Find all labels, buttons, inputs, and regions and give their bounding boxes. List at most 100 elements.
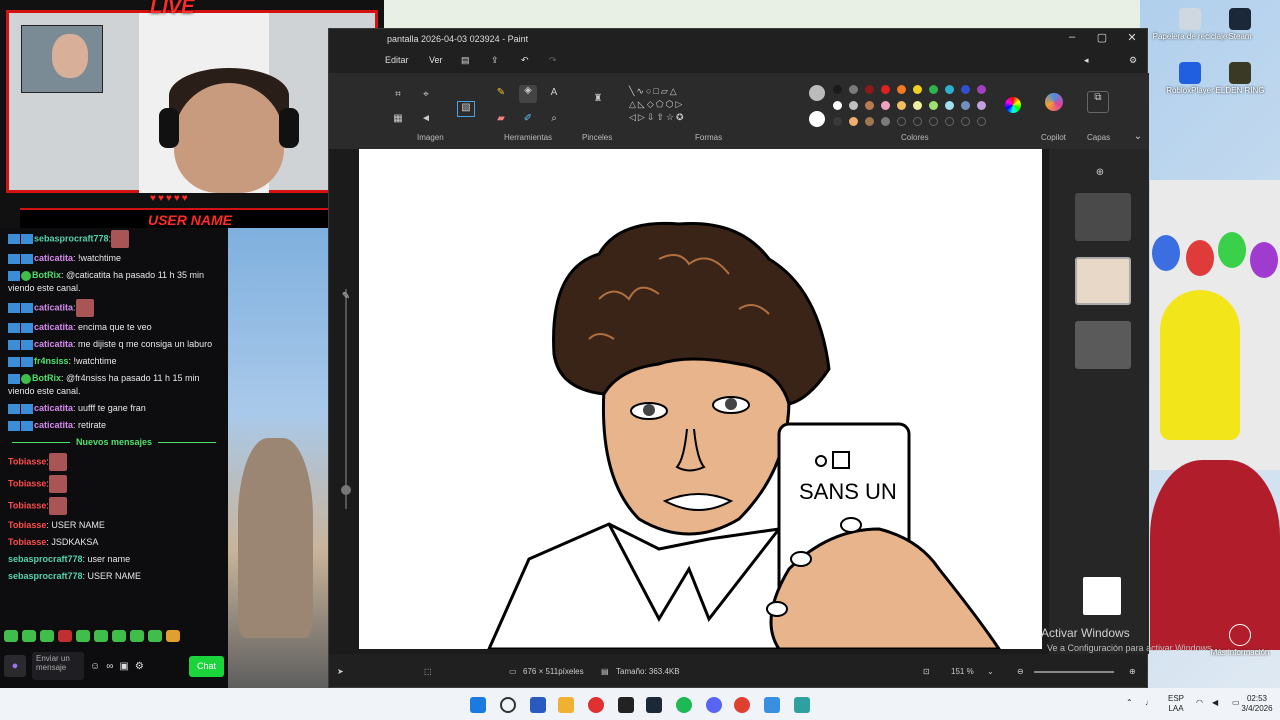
empty-color-swatch[interactable]	[913, 117, 922, 126]
chat-username[interactable]: Tobiasse	[8, 500, 46, 510]
empty-color-swatch[interactable]	[897, 117, 906, 126]
emote-icon[interactable]	[148, 630, 162, 642]
emote-icon[interactable]	[58, 630, 72, 642]
share-icon[interactable]: ⇪	[491, 55, 499, 66]
layers-icon[interactable]: ⧉	[1087, 91, 1109, 113]
add-layer-icon[interactable]: ⊕	[1093, 167, 1107, 179]
color-swatch[interactable]	[881, 117, 890, 126]
color-swatch[interactable]	[881, 85, 890, 94]
edit-colors-icon[interactable]	[1005, 97, 1021, 113]
layer-background-swatch[interactable]	[1083, 577, 1121, 615]
minimize-icon[interactable]: –	[1057, 31, 1087, 43]
chat-username[interactable]: caticatita	[34, 302, 73, 312]
color-swatch[interactable]	[865, 101, 874, 110]
color-swatch[interactable]	[865, 85, 874, 94]
gift-icon[interactable]: ▣	[119, 660, 128, 673]
zoom-out-icon[interactable]: ⊖	[1017, 667, 1024, 676]
taskview-icon[interactable]	[530, 697, 546, 713]
chat-username[interactable]: Tobiasse	[8, 520, 46, 530]
epic-games-icon[interactable]	[618, 697, 634, 713]
fit-icon[interactable]: ⊡	[923, 667, 930, 676]
chevron-up-icon[interactable]: ⌃	[1126, 698, 1133, 708]
text-icon[interactable]: A	[547, 87, 561, 99]
fill-icon[interactable]: ◈	[519, 85, 537, 103]
steam-taskbar-icon[interactable]	[646, 697, 662, 713]
color-swatch[interactable]	[881, 101, 890, 110]
emote-icon[interactable]	[40, 630, 54, 642]
layer-thumb-empty[interactable]	[1075, 193, 1131, 241]
color-swatch[interactable]	[913, 85, 922, 94]
chat-username[interactable]: caticatita	[34, 322, 73, 332]
empty-color-swatch[interactable]	[961, 117, 970, 126]
color-swatch[interactable]	[945, 101, 954, 110]
select-icon[interactable]: ⌖	[419, 89, 433, 101]
save-icon[interactable]: ▤	[461, 55, 470, 66]
chat-username[interactable]: caticatita	[34, 253, 73, 263]
chat-username[interactable]: BotRix	[32, 373, 61, 383]
brush-size-slider[interactable]	[341, 289, 351, 509]
start-icon[interactable]	[470, 697, 486, 713]
zoom-dropdown-icon[interactable]: ⌄	[987, 667, 994, 676]
chat-username[interactable]: sebasprocraft778	[8, 554, 83, 564]
app-icon[interactable]	[588, 697, 604, 713]
chat-username[interactable]: caticatita	[34, 403, 73, 413]
color-swatch[interactable]	[833, 117, 842, 126]
undo-icon[interactable]: ↶	[521, 55, 529, 66]
emote-icon[interactable]	[130, 630, 144, 642]
crop-icon[interactable]: ⌗	[391, 89, 405, 101]
broadcast-icon[interactable]: ◂	[1084, 55, 1089, 66]
chat-input[interactable]: Enviar un mensaje	[32, 652, 84, 680]
chat-username[interactable]: Tobiasse	[8, 478, 46, 488]
menu-edit[interactable]: Editar	[385, 55, 409, 65]
color-swatch[interactable]	[961, 85, 970, 94]
settings-gear-icon[interactable]: ⚙	[1129, 55, 1137, 66]
chat-username[interactable]: BotRix	[32, 270, 61, 280]
zoom-slider[interactable]	[1034, 671, 1114, 673]
empty-color-swatch[interactable]	[929, 117, 938, 126]
close-icon[interactable]: ✕	[1117, 31, 1147, 44]
secondary-color-swatch[interactable]	[809, 111, 825, 127]
chat-username[interactable]: caticatita	[34, 339, 73, 349]
color-picker-icon[interactable]: ✐	[521, 113, 535, 125]
zoom-in-icon[interactable]: ⊕	[1129, 667, 1136, 676]
zoom-level[interactable]: 151 %	[951, 667, 974, 676]
chat-username[interactable]: sebasprocraft778	[34, 233, 109, 243]
pencil-icon[interactable]: ✎	[494, 87, 508, 99]
color-swatch[interactable]	[977, 85, 986, 94]
chat-username[interactable]: caticatita	[34, 420, 73, 430]
maximize-icon[interactable]: ▢	[1087, 31, 1117, 44]
emote-icon[interactable]	[76, 630, 90, 642]
discord-icon[interactable]	[706, 697, 722, 713]
empty-color-swatch[interactable]	[977, 117, 986, 126]
mic-icon[interactable]: ●	[4, 655, 26, 677]
chevron-down-icon[interactable]: ⌄	[1131, 131, 1145, 143]
redo-icon[interactable]: ↷	[549, 55, 557, 66]
search-icon[interactable]	[500, 697, 516, 713]
chrome-icon[interactable]	[734, 697, 750, 713]
wifi-icon[interactable]: ◠	[1196, 698, 1203, 708]
image-select-icon[interactable]: ▧	[457, 101, 475, 117]
brush-icon[interactable]: ♜	[589, 93, 607, 109]
color-swatch[interactable]	[833, 85, 842, 94]
emote-icon[interactable]	[94, 630, 108, 642]
mic-tray-icon[interactable]: ♩	[1145, 698, 1153, 708]
eraser-icon[interactable]: ▰	[494, 113, 508, 125]
paint-taskbar-icon[interactable]	[764, 697, 780, 713]
shapes-gallery[interactable]: ╲∿○□▱△ △◺◇⬠⬡▷ ◁▷⇩⇧☆✪	[629, 85, 719, 125]
color-swatch[interactable]	[849, 85, 858, 94]
color-swatch[interactable]	[865, 117, 874, 126]
color-swatch[interactable]	[849, 117, 858, 126]
spotify-icon[interactable]	[676, 697, 692, 713]
layer-thumb-photo[interactable]	[1075, 321, 1131, 369]
emote-icon[interactable]	[166, 630, 180, 642]
chat-username[interactable]: sebasprocraft778	[8, 571, 83, 581]
desktop-icon-elden-ring[interactable]: ELDEN RING	[1200, 62, 1280, 95]
chat-username[interactable]: fr4nsiss	[34, 356, 69, 366]
chat-username[interactable]: Tobiasse	[8, 537, 46, 547]
desktop-icon-steam[interactable]: Steam	[1200, 8, 1280, 41]
emote-icon[interactable]	[4, 630, 18, 642]
empty-color-swatch[interactable]	[945, 117, 954, 126]
color-swatch[interactable]	[897, 85, 906, 94]
chat-send-button[interactable]: Chat	[188, 655, 224, 677]
infinity-icon[interactable]: ∞	[106, 660, 113, 673]
